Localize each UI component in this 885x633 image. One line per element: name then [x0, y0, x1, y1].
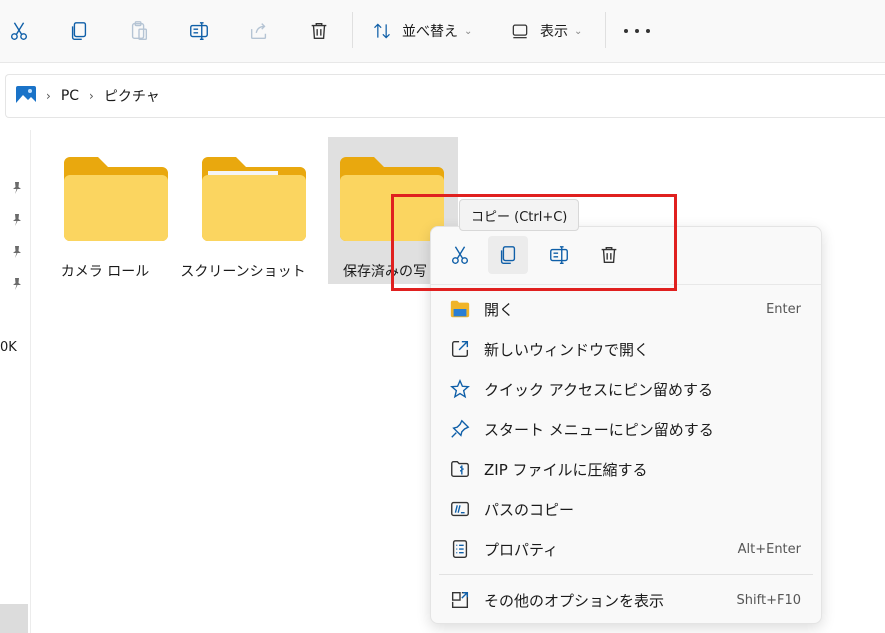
context-cut-button[interactable] — [440, 236, 480, 274]
view-icon — [512, 24, 528, 39]
pin-icon[interactable] — [10, 181, 24, 195]
copy-icon — [71, 22, 87, 40]
folder-open-icon — [449, 298, 471, 320]
scissors-icon — [10, 22, 28, 40]
menu-item-label: ZIP ファイルに圧縮する — [484, 460, 648, 479]
delete-button[interactable] — [302, 14, 336, 48]
more-options-icon — [449, 589, 471, 611]
context-menu: 開く Enter 新しいウィンドウで開く クイック アクセスにピン留めする スタ… — [430, 226, 822, 624]
menu-item-shortcut: Shift+F10 — [736, 592, 801, 608]
paste-button[interactable] — [122, 14, 156, 48]
pin-icon[interactable] — [10, 213, 24, 227]
star-icon — [449, 378, 471, 400]
more-dot-icon — [635, 29, 639, 33]
folder-camera-roll[interactable]: カメラ ロール — [40, 137, 170, 284]
menu-item-label: パスのコピー — [484, 500, 575, 519]
copy-icon — [500, 246, 516, 264]
copy-tooltip: コピー (Ctrl+C) — [459, 199, 580, 231]
menu-item-copy-path[interactable]: パスのコピー — [431, 490, 821, 528]
pin-icon — [449, 418, 471, 440]
chevron-right-icon: › — [89, 89, 94, 103]
cut-button[interactable] — [2, 14, 36, 48]
open-new-window-icon — [449, 338, 471, 360]
address-bar[interactable]: › PC › ピクチャ — [5, 74, 885, 118]
breadcrumb-pictures[interactable]: ピクチャ — [104, 86, 160, 106]
sidebar-scroll-block[interactable] — [0, 604, 28, 633]
properties-icon — [449, 538, 471, 560]
view-label: 表示 — [540, 24, 568, 40]
trash-icon — [311, 22, 327, 40]
folder-name: スクリーンショット — [180, 264, 306, 280]
copy-path-icon — [449, 498, 471, 520]
menu-item-label: スタート メニューにピン留めする — [484, 420, 714, 439]
folder-name: カメラ ロール — [60, 264, 150, 280]
menu-item-label: 開く — [484, 300, 515, 319]
pictures-icon — [16, 86, 36, 106]
chevron-down-icon: ⌄ — [574, 25, 583, 37]
paste-icon — [131, 21, 148, 40]
rename-icon — [550, 246, 568, 264]
navigation-pane: 0K — [0, 130, 31, 633]
trash-icon — [601, 246, 617, 264]
menu-divider — [439, 574, 813, 575]
menu-item-shortcut: Alt+Enter — [737, 541, 801, 557]
toolbar-divider — [605, 12, 606, 48]
menu-item-label: クイック アクセスにピン留めする — [484, 380, 714, 399]
menu-item-pin-start[interactable]: スタート メニューにピン留めする — [431, 410, 821, 448]
rename-icon — [190, 22, 208, 40]
context-copy-button[interactable] — [488, 236, 528, 274]
pin-icon[interactable] — [10, 245, 24, 259]
menu-item-pin-quick-access[interactable]: クイック アクセスにピン留めする — [431, 370, 821, 408]
more-button[interactable] — [624, 14, 650, 48]
sort-button[interactable]: 並べ替え ⌄ — [372, 14, 472, 48]
share-button[interactable] — [242, 14, 276, 48]
rename-button[interactable] — [182, 14, 216, 48]
menu-item-open-new-window[interactable]: 新しいウィンドウで開く — [431, 330, 821, 368]
menu-item-properties[interactable]: プロパティ Alt+Enter — [431, 530, 821, 568]
chevron-down-icon: ⌄ — [464, 25, 473, 37]
menu-item-shortcut: Enter — [766, 301, 801, 317]
pin-icon[interactable] — [10, 277, 24, 291]
scissors-icon — [451, 246, 469, 264]
menu-item-open[interactable]: 開く Enter — [431, 290, 821, 328]
share-icon — [250, 23, 267, 40]
menu-item-label: 新しいウィンドウで開く — [484, 340, 650, 359]
sidebar-partial-text: 0K — [0, 340, 17, 355]
folder-icon — [64, 157, 168, 241]
breadcrumb-pc[interactable]: PC — [61, 88, 79, 104]
folder-icon — [202, 157, 306, 241]
toolbar-divider — [352, 12, 353, 48]
folder-screenshots[interactable]: スクリーンショット — [178, 137, 308, 284]
more-dot-icon — [646, 29, 650, 33]
view-button[interactable]: 表示 ⌄ — [510, 14, 582, 48]
copy-button[interactable] — [62, 14, 96, 48]
more-dot-icon — [624, 29, 628, 33]
menu-item-label: プロパティ — [484, 540, 559, 559]
menu-item-more-options[interactable]: その他のオプションを表示 Shift+F10 — [431, 581, 821, 619]
context-delete-button[interactable] — [589, 236, 629, 274]
menu-item-zip[interactable]: ZIP ファイルに圧縮する — [431, 450, 821, 488]
zip-icon — [449, 458, 471, 480]
folder-name: 保存済みの写 — [343, 264, 427, 280]
chevron-right-icon: › — [46, 89, 51, 103]
context-rename-button[interactable] — [539, 236, 579, 274]
menu-item-label: その他のオプションを表示 — [484, 591, 665, 610]
context-menu-quick-actions — [431, 227, 821, 285]
sort-label: 並べ替え — [402, 24, 458, 40]
command-bar: 並べ替え ⌄ 表示 ⌄ — [0, 0, 885, 63]
sort-icon — [374, 23, 390, 39]
